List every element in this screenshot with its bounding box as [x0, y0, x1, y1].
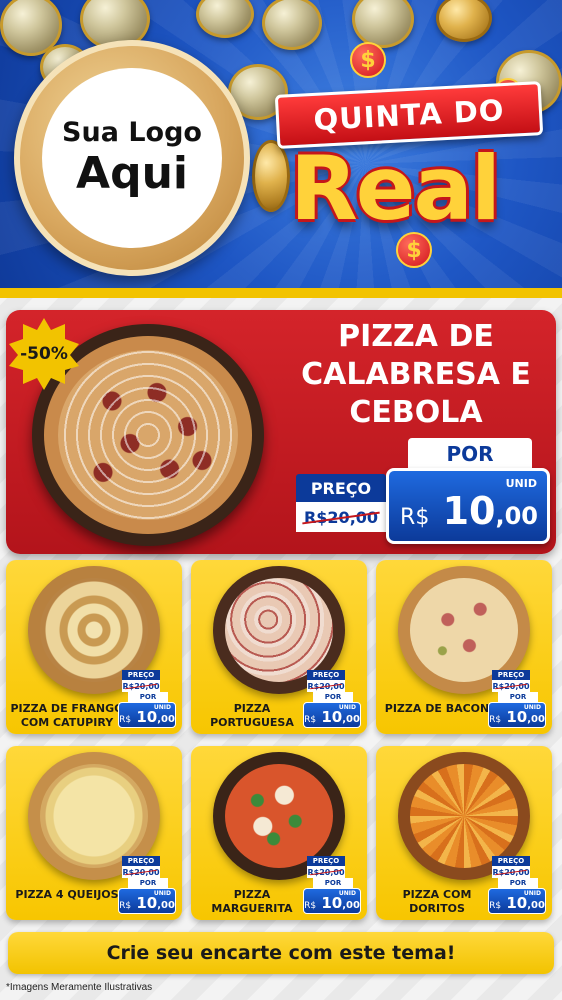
price-integer: 10 — [136, 894, 158, 912]
preco-label: PREÇO — [307, 670, 345, 680]
currency-symbol: R$ — [304, 901, 317, 911]
pizza-toppings — [40, 578, 148, 682]
pizza-toppings — [225, 578, 333, 682]
preco-label: PREÇO — [492, 856, 530, 866]
price-cents: ,00 — [157, 900, 175, 911]
currency-symbol: R$ — [119, 715, 132, 725]
product-name: PIZZA DE BACON — [384, 702, 490, 715]
product-card: PIZZA PORTUGUESA PREÇO R$20,00 POR UNID R$ 10… — [191, 560, 367, 734]
currency-symbol: R$ — [489, 901, 502, 911]
dollar-coin-icon: $ — [396, 232, 432, 268]
por-label: POR — [128, 692, 168, 702]
old-price: R$20,00 — [307, 680, 345, 692]
price-integer: 10 — [442, 489, 496, 533]
header-banner: Sua Logo Aqui $ $ QUINTA DO Real $ — [0, 0, 562, 298]
product-card: PIZZA DE FRANGO COM CATUPIRY PREÇO R$20,00… — [6, 560, 182, 734]
new-price-box: UNID R$ 10,00 — [488, 888, 546, 914]
product-name: PIZZA 4 QUEIJOS — [15, 888, 119, 901]
flyer-page: Sua Logo Aqui $ $ QUINTA DO Real $ -50% … — [0, 0, 562, 1000]
price-tag: PREÇO R$20,00 POR UNID R$ 10,00 — [486, 856, 546, 916]
pizza-onion-rings — [58, 350, 238, 520]
product-name: PIZZA MARGUERITA — [211, 888, 293, 915]
preco-label: PREÇO — [296, 474, 386, 502]
price-cents: ,00 — [495, 502, 538, 530]
product-card: PIZZA COM DORITOS PREÇO R$20,00 POR UNID R$ 1… — [376, 746, 552, 920]
price-cents: ,00 — [157, 714, 175, 725]
price-integer: 10 — [506, 708, 528, 726]
discount-badge: -50% — [8, 318, 80, 390]
product-name: PIZZA COM DORITOS — [402, 888, 472, 915]
price-tag: PREÇO R$20,00 POR UNID R$ 10,00 — [301, 856, 361, 916]
price-cents: ,00 — [342, 900, 360, 911]
preco-label: PREÇO — [307, 856, 345, 866]
product-card: PIZZA 4 QUEIJOS PREÇO R$20,00 POR UNID R$ 10,… — [6, 746, 182, 920]
new-price: R$ 10,00 — [304, 893, 360, 916]
price-integer: 10 — [136, 708, 158, 726]
new-price-box: UNID R$ 10,00 — [118, 888, 176, 914]
new-price: R$ 10,00 — [119, 893, 175, 916]
price-tag: PREÇO R$20,00 POR UNID R$ 10,00 — [486, 670, 546, 730]
logo-text-line2: Aqui — [76, 148, 188, 199]
cta-banner: Crie seu encarte com este tema! — [8, 932, 554, 974]
price-tag: PREÇO R$20,00 POR UNID R$ 10,00 — [116, 856, 176, 916]
promo-line1: QUINTA DO — [312, 93, 506, 137]
price-cents: ,00 — [527, 714, 545, 725]
price-integer: 10 — [321, 708, 343, 726]
new-price: R$ 10,00 — [304, 707, 360, 730]
price-cents: ,00 — [527, 900, 545, 911]
currency-symbol: R$ — [304, 715, 317, 725]
pizza-toppings — [410, 764, 518, 868]
old-price: R$20,00 — [122, 680, 160, 692]
disclaimer-text: *Imagens Meramente Ilustrativas — [6, 982, 153, 993]
pizza-toppings — [40, 764, 148, 868]
preco-label: PREÇO — [492, 670, 530, 680]
promo-title: $ $ QUINTA DO Real $ — [272, 42, 562, 278]
product-card: PIZZA MARGUERITA PREÇO R$20,00 POR UNID R$ 10… — [191, 746, 367, 920]
new-price-box: UNID R$ 10,00 — [386, 468, 550, 544]
por-label: POR — [128, 878, 168, 888]
promo-word: Real — [290, 137, 501, 240]
pizza-toppings — [410, 578, 518, 682]
preco-label: PREÇO — [122, 670, 160, 680]
old-price: R$20,00 — [492, 680, 530, 692]
new-price-box: UNID R$ 10,00 — [303, 702, 361, 728]
price-integer: 10 — [506, 894, 528, 912]
preco-label: PREÇO — [122, 856, 160, 866]
discount-text: -50% — [20, 344, 68, 364]
price-tag: PREÇO R$20,00 POR UNID R$ 10,00 — [116, 670, 176, 730]
logo-text-line1: Sua Logo — [62, 117, 202, 148]
currency-symbol: R$ — [119, 901, 132, 911]
featured-price-tag: POR PREÇO R$20,00 UNID R$ 10,00 — [296, 438, 554, 546]
header-divider — [0, 288, 562, 298]
price-tag: PREÇO R$20,00 POR UNID R$ 10,00 — [301, 670, 361, 730]
new-price: R$ 10,00 — [389, 485, 549, 544]
price-integer: 10 — [321, 894, 343, 912]
pizza-toppings — [225, 764, 333, 868]
old-price: R$20,00 — [307, 866, 345, 878]
por-label: POR — [498, 692, 538, 702]
price-cents: ,00 — [342, 714, 360, 725]
old-price-box: PREÇO R$20,00 — [296, 474, 386, 536]
por-label: POR — [313, 878, 353, 888]
new-price-box: UNID R$ 10,00 — [488, 702, 546, 728]
currency-symbol: R$ — [489, 715, 502, 725]
old-price: R$20,00 — [296, 502, 386, 532]
product-name: PIZZA DE FRANGO COM CATUPIRY — [10, 702, 124, 729]
currency-symbol: R$ — [400, 505, 430, 530]
new-price: R$ 10,00 — [119, 707, 175, 730]
new-price: R$ 10,00 — [489, 893, 545, 916]
old-price: R$20,00 — [492, 866, 530, 878]
featured-product-title: PIZZA DE CALABRESA E CEBOLA — [301, 319, 531, 430]
product-card: PIZZA DE BACON PREÇO R$20,00 POR UNID R$ 10,0… — [376, 560, 552, 734]
new-price-box: UNID R$ 10,00 — [118, 702, 176, 728]
dollar-coin-icon: $ — [350, 42, 386, 78]
new-price-box: UNID R$ 10,00 — [303, 888, 361, 914]
logo-placeholder: Sua Logo Aqui — [42, 68, 222, 248]
product-name: PIZZA PORTUGUESA — [210, 702, 294, 729]
por-label: POR — [313, 692, 353, 702]
old-price: R$20,00 — [122, 866, 160, 878]
new-price: R$ 10,00 — [489, 707, 545, 730]
por-label: POR — [408, 438, 532, 470]
por-label: POR — [498, 878, 538, 888]
